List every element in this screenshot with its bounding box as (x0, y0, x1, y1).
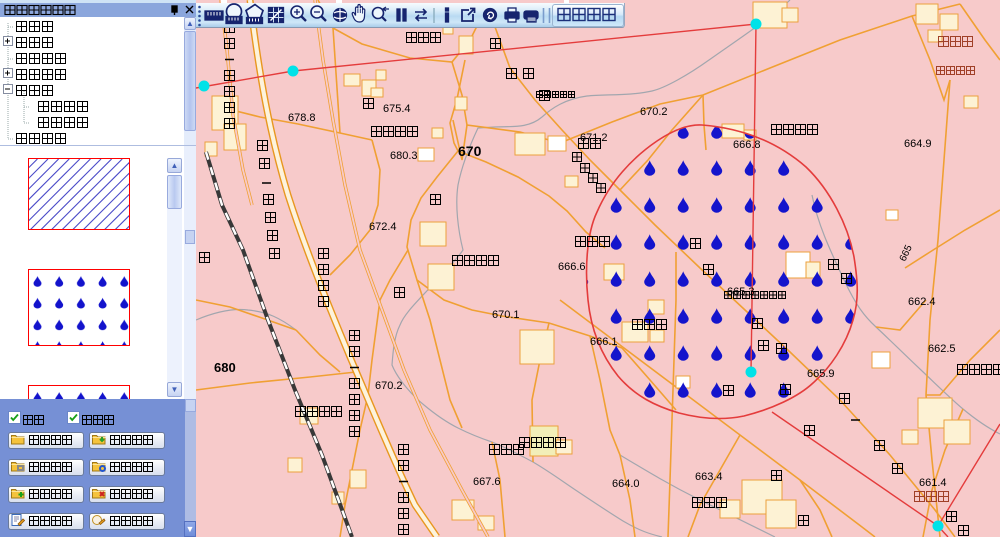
svg-text:661.4: 661.4 (919, 477, 947, 489)
svg-text:670.1: 670.1 (492, 309, 520, 321)
svg-text:680: 680 (214, 360, 236, 375)
svg-text:675.4: 675.4 (383, 103, 411, 115)
svg-text:667.6: 667.6 (473, 476, 501, 488)
svg-text:666.1: 666.1 (590, 336, 618, 348)
svg-text:665.9: 665.9 (807, 368, 835, 380)
svg-text:664.0: 664.0 (612, 478, 640, 490)
svg-text:662.4: 662.4 (908, 296, 936, 308)
svg-text:670.2: 670.2 (375, 380, 403, 392)
svg-text:664.9: 664.9 (904, 138, 932, 150)
svg-text:680.3: 680.3 (390, 150, 418, 162)
svg-text:670.2: 670.2 (640, 106, 668, 118)
svg-text:666.8: 666.8 (733, 139, 761, 151)
svg-text:666.6: 666.6 (558, 261, 586, 273)
svg-text:678.8: 678.8 (288, 112, 316, 124)
svg-text:672.4: 672.4 (369, 221, 397, 233)
svg-text:670: 670 (458, 143, 482, 159)
svg-text:663.4: 663.4 (695, 471, 723, 483)
svg-text:662.5: 662.5 (928, 343, 956, 355)
